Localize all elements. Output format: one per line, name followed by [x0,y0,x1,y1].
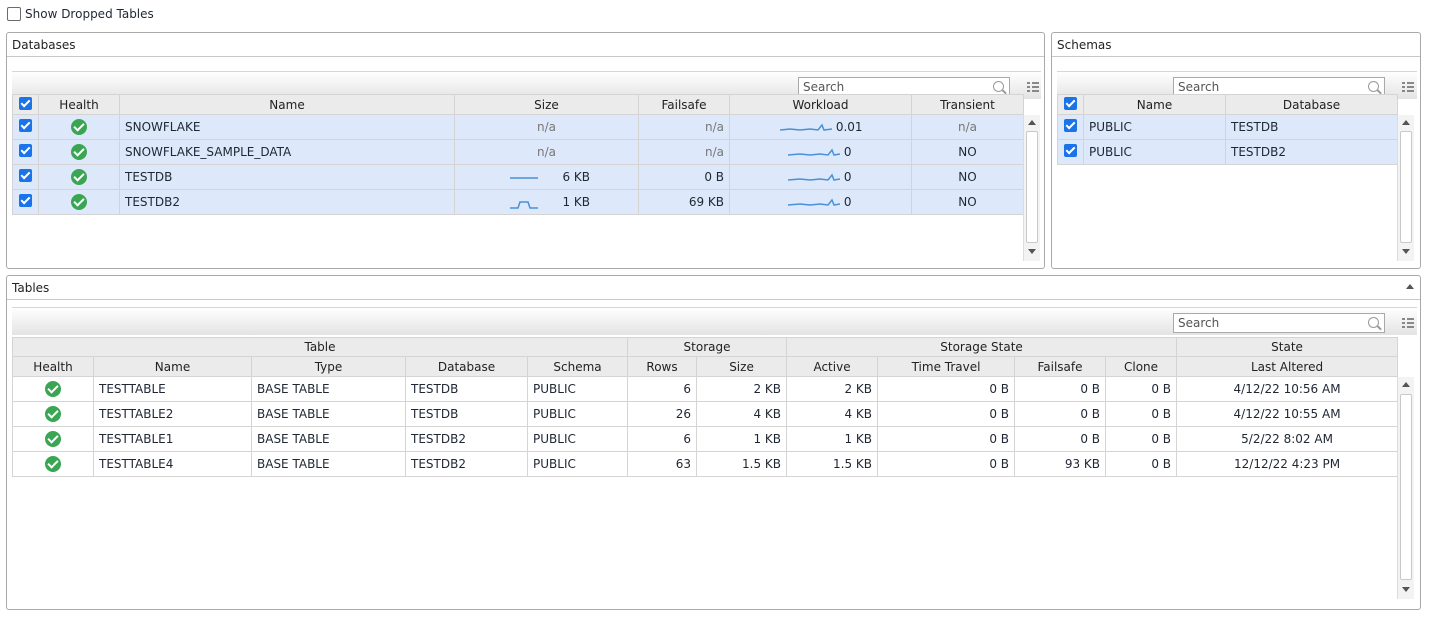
col-rows[interactable]: Rows [627,356,697,377]
workload-sparkline [787,173,841,181]
health-ok-icon [71,169,87,185]
scroll-thumb[interactable] [1400,394,1412,580]
scroll-up-icon[interactable] [1402,382,1410,387]
schemas-scrollbar[interactable] [1397,115,1414,261]
schemas-panel: Schemas Search Name Database PUBLIC TEST… [1051,32,1421,269]
table-row[interactable]: TESTTABLE2 BASE TABLE TESTDB PUBLIC 26 4… [12,401,1399,427]
checkbox-icon[interactable] [1064,96,1077,110]
scroll-up-icon[interactable] [1028,120,1036,125]
table-row[interactable]: TESTDB 6 KB 0 B 0 NO [12,164,1024,190]
col-failsafe[interactable]: Failsafe [1014,356,1107,377]
table-row[interactable]: TESTDB2 1 KB 69 KB 0 NO [12,189,1024,215]
health-ok-icon [45,406,61,422]
select-all-checkbox[interactable] [12,94,39,115]
scroll-down-icon[interactable] [1402,249,1410,254]
databases-panel-title: Databases [7,33,1044,57]
col-schema[interactable]: Schema [527,356,628,377]
schemas-table: Name Database PUBLIC TESTDB PUBLIC TESTD… [1057,94,1398,165]
tables-table: Table Storage Storage State State Health… [12,337,1399,477]
tables-toolbar: Search [12,307,1417,335]
col-health[interactable]: Health [38,94,120,115]
row-checkbox[interactable] [1064,144,1077,157]
column-chooser-icon[interactable] [1402,318,1414,328]
table-row[interactable]: SNOWFLAKE_SAMPLE_DATA n/a n/a 0 NO [12,139,1024,165]
scroll-up-icon[interactable] [1402,120,1410,125]
col-name[interactable]: Name [119,94,455,115]
col-workload[interactable]: Workload [729,94,912,115]
table-row[interactable]: TESTTABLE1 BASE TABLE TESTDB2 PUBLIC 6 1… [12,426,1399,452]
group-state: State [1176,337,1399,357]
col-type[interactable]: Type [251,356,406,377]
health-ok-icon [71,119,87,135]
col-size[interactable]: Size [695,356,788,377]
show-dropped-tables-toggle[interactable]: Show Dropped Tables [7,7,154,21]
group-storage-state: Storage State [786,337,1178,357]
databases-panel: Databases Search Health Name Size Failsa… [6,32,1045,269]
health-ok-icon [45,431,61,447]
search-icon[interactable] [1368,81,1379,92]
col-active[interactable]: Active [786,356,879,377]
tables-scrollbar[interactable] [1397,377,1414,599]
column-chooser-icon[interactable] [1402,82,1414,92]
scroll-thumb[interactable] [1400,131,1412,243]
workload-sparkline [787,198,841,206]
group-table: Table [12,337,628,357]
workload-sparkline [779,123,833,131]
scroll-down-icon[interactable] [1028,249,1036,254]
tables-search-input[interactable]: Search [1173,313,1385,333]
checkbox-icon[interactable] [19,96,32,110]
col-failsafe[interactable]: Failsafe [638,94,730,115]
select-all-checkbox[interactable] [1057,94,1084,115]
row-checkbox[interactable] [19,169,32,182]
col-database[interactable]: Database [1225,94,1398,115]
show-dropped-checkbox[interactable] [7,7,21,21]
table-row[interactable]: PUBLIC TESTDB2 [1057,139,1398,165]
col-time-travel[interactable]: Time Travel [877,356,1016,377]
row-checkbox[interactable] [19,144,32,157]
schemas-panel-title: Schemas [1052,33,1420,57]
size-sparkline [510,176,538,179]
col-transient[interactable]: Transient [911,94,1024,115]
col-size[interactable]: Size [454,94,639,115]
tables-panel-title: Tables [7,276,1420,300]
table-row[interactable]: SNOWFLAKE n/a n/a 0.01 n/a [12,114,1024,140]
search-icon[interactable] [1368,317,1379,328]
show-dropped-label: Show Dropped Tables [25,7,154,21]
row-checkbox[interactable] [19,194,32,207]
search-icon[interactable] [993,81,1004,92]
table-row[interactable]: TESTTABLE BASE TABLE TESTDB PUBLIC 6 2 K… [12,376,1399,402]
row-checkbox[interactable] [19,119,32,132]
col-name[interactable]: Name [1083,94,1226,115]
health-ok-icon [71,144,87,160]
table-row[interactable]: PUBLIC TESTDB [1057,114,1398,140]
databases-scrollbar[interactable] [1023,115,1040,261]
row-checkbox[interactable] [1064,119,1077,132]
workload-sparkline [787,148,841,156]
scroll-thumb[interactable] [1026,131,1038,243]
health-ok-icon [45,456,61,472]
col-name[interactable]: Name [93,356,252,377]
column-chooser-icon[interactable] [1027,82,1039,92]
col-last-altered[interactable]: Last Altered [1176,356,1399,377]
tables-panel: Tables Search Table Storage Storage Stat… [6,275,1421,610]
table-row[interactable]: TESTTABLE4 BASE TABLE TESTDB2 PUBLIC 63 … [12,451,1399,477]
col-clone[interactable]: Clone [1105,356,1178,377]
collapse-icon[interactable] [1406,284,1414,289]
scroll-down-icon[interactable] [1402,587,1410,592]
size-sparkline [510,200,538,209]
group-storage: Storage [626,337,788,357]
col-database[interactable]: Database [405,356,528,377]
health-ok-icon [45,381,61,397]
databases-table: Health Name Size Failsafe Workload Trans… [12,94,1024,215]
health-ok-icon [71,194,87,210]
col-health[interactable]: Health [12,356,94,377]
